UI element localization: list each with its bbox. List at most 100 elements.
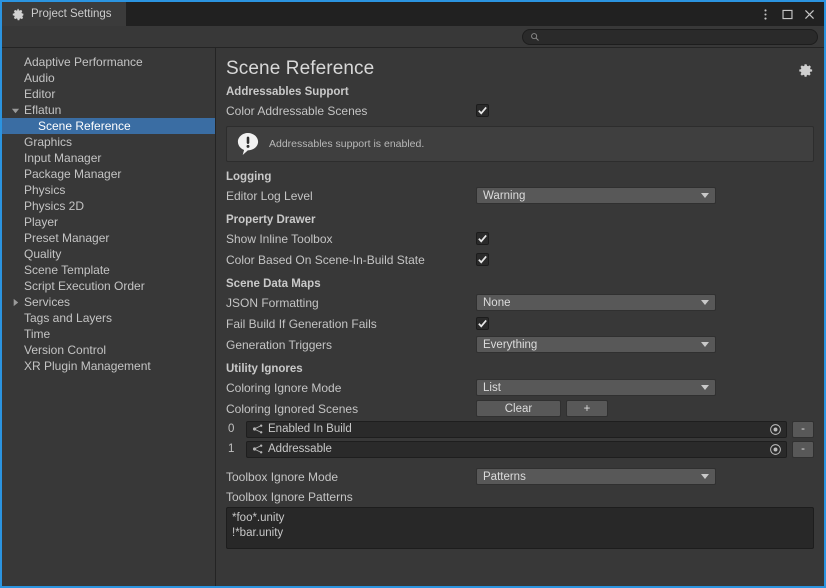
sidebar-item-physics[interactable]: Physics (2, 182, 215, 198)
dropdown-coloring-ignore-mode[interactable]: List (476, 379, 716, 396)
sidebar-item-label: Adaptive Performance (24, 55, 143, 69)
check-icon (478, 234, 487, 243)
window-body: Adaptive Performance Audio Editor Eflatun Sc… (2, 48, 824, 586)
remove-item-button[interactable]: - (792, 420, 814, 438)
search-field[interactable] (522, 28, 818, 45)
dropdown-generation-triggers[interactable]: Everything (476, 336, 716, 353)
row-color-addressable-scenes: Color Addressable Scenes (226, 101, 814, 120)
sidebar-item-label: Tags and Layers (24, 311, 113, 325)
sidebar-item-eflatun[interactable]: Eflatun (2, 102, 215, 118)
object-picker-icon[interactable] (769, 423, 782, 436)
sidebar-item-scene-template[interactable]: Scene Template (2, 262, 215, 278)
sidebar-item-scene-reference[interactable]: Scene Reference (2, 118, 215, 134)
page-title: Scene Reference (226, 58, 375, 79)
sidebar-item-label: Scene Template (24, 263, 110, 277)
search-input[interactable] (544, 30, 810, 43)
close-icon[interactable] (803, 8, 816, 21)
unity-scene-icon (252, 424, 263, 434)
search-row (2, 26, 824, 48)
sidebar-item-label: Player (24, 215, 59, 229)
panel-header: Scene Reference (216, 48, 824, 80)
maximize-icon[interactable] (781, 8, 794, 21)
dropdown-toolbox-ignore-mode[interactable]: Patterns (476, 468, 716, 485)
toolbox-ignore-patterns-textarea[interactable] (226, 507, 814, 549)
sidebar-item-label: Input Manager (24, 151, 102, 165)
sidebar-item-audio[interactable]: Audio (2, 70, 215, 86)
row-coloring-ignore-mode: Coloring Ignore Mode List (226, 378, 814, 397)
sidebar-item-graphics[interactable]: Graphics (2, 134, 215, 150)
label-show-inline-toolbox: Show Inline Toolbox (226, 231, 333, 246)
sidebar-item-label: Physics (24, 183, 66, 197)
sidebar-item-preset-manager[interactable]: Preset Manager (2, 230, 215, 246)
sidebar-item-label: Script Execution Order (24, 279, 145, 293)
remove-item-button[interactable]: - (792, 440, 814, 458)
dropdown-editor-log-level[interactable]: Warning (476, 187, 716, 204)
window-tab-bar: Project Settings (2, 2, 824, 26)
label-coloring-ignore-mode: Coloring Ignore Mode (226, 380, 342, 395)
row-fail-build: Fail Build If Generation Fails (226, 314, 814, 333)
sidebar-item-quality[interactable]: Quality (2, 246, 215, 262)
gear-icon (12, 8, 24, 20)
label-color-addressable-scenes: Color Addressable Scenes (226, 103, 368, 118)
sidebar-item-package-manager[interactable]: Package Manager (2, 166, 215, 182)
sidebar-item-tags-and-layers[interactable]: Tags and Layers (2, 310, 215, 326)
sidebar-item-label: Physics 2D (24, 199, 85, 213)
row-color-based-on-state: Color Based On Scene-In-Build State (226, 250, 814, 269)
list-buttons: Clear + (476, 400, 608, 417)
row-show-inline-toolbox: Show Inline Toolbox (226, 229, 814, 248)
row-json-formatting: JSON Formatting None (226, 293, 814, 312)
sidebar-item-editor[interactable]: Editor (2, 86, 215, 102)
tab-project-settings[interactable]: Project Settings (2, 2, 127, 26)
sidebar-item-label: Graphics (24, 135, 73, 149)
sidebar-item-physics-2d[interactable]: Physics 2D (2, 198, 215, 214)
kebab-menu-icon[interactable] (759, 8, 772, 21)
gear-icon[interactable] (799, 63, 814, 78)
tab-label: Project Settings (31, 8, 112, 20)
row-coloring-ignored-scenes: Coloring Ignored Scenes Clear + (226, 399, 814, 418)
sidebar-item-xr-plugin-management[interactable]: XR Plugin Management (2, 358, 215, 374)
chevron-down-icon (701, 193, 709, 198)
settings-category-tree[interactable]: Adaptive Performance Audio Editor Eflatun Sc… (2, 48, 216, 586)
dropdown-value: None (483, 296, 511, 309)
checkbox-color-based-on-state[interactable] (476, 253, 489, 266)
chevron-right-icon (8, 298, 22, 307)
object-picker-icon[interactable] (769, 443, 782, 456)
row-toolbox-ignore-mode: Toolbox Ignore Mode Patterns (226, 467, 814, 486)
checkbox-show-inline-toolbox[interactable] (476, 232, 489, 245)
clear-button[interactable]: Clear (476, 400, 561, 417)
section-header-logging: Logging (226, 171, 272, 183)
sidebar-item-player[interactable]: Player (2, 214, 215, 230)
dropdown-value: Patterns (483, 470, 526, 483)
checkbox-fail-build[interactable] (476, 317, 489, 330)
sidebar-item-label: Preset Manager (24, 231, 110, 245)
info-help-box: Addressables support is enabled. (226, 126, 814, 162)
sidebar-item-input-manager[interactable]: Input Manager (2, 150, 215, 166)
settings-detail-panel: Scene Reference Addressables Support Col… (216, 48, 824, 586)
sidebar-item-label: Version Control (24, 343, 107, 357)
checkbox-color-addressable-scenes[interactable] (476, 104, 489, 117)
dropdown-json-formatting[interactable]: None (476, 294, 716, 311)
unity-scene-icon (252, 444, 263, 454)
project-settings-window: Project Settings Adaptive Performance Au… (0, 0, 826, 588)
sidebar-item-script-execution-order[interactable]: Script Execution Order (2, 278, 215, 294)
sidebar-item-label: XR Plugin Management (24, 359, 151, 373)
chevron-down-icon (701, 385, 709, 390)
check-icon (478, 106, 487, 115)
sidebar-item-version-control[interactable]: Version Control (2, 342, 215, 358)
section-header-property-drawer: Property Drawer (226, 214, 316, 226)
object-field[interactable]: Addressable (246, 440, 787, 458)
sidebar-item-label: Scene Reference (38, 119, 131, 133)
sidebar-item-adaptive-performance[interactable]: Adaptive Performance (2, 54, 215, 70)
label-toolbox-ignore-mode: Toolbox Ignore Mode (226, 469, 339, 484)
add-item-button[interactable]: + (566, 400, 608, 417)
check-icon (478, 255, 487, 264)
sidebar-item-time[interactable]: Time (2, 326, 215, 342)
sidebar-item-label: Editor (24, 87, 56, 101)
list-item-index: 1 (228, 443, 235, 455)
sidebar-item-services[interactable]: Services (2, 294, 215, 310)
object-field[interactable]: Enabled In Build (246, 420, 787, 438)
info-bubble-icon (237, 133, 259, 155)
sidebar-item-label: Services (24, 295, 71, 309)
search-icon (531, 32, 539, 41)
sidebar-item-label: Package Manager (24, 167, 122, 181)
